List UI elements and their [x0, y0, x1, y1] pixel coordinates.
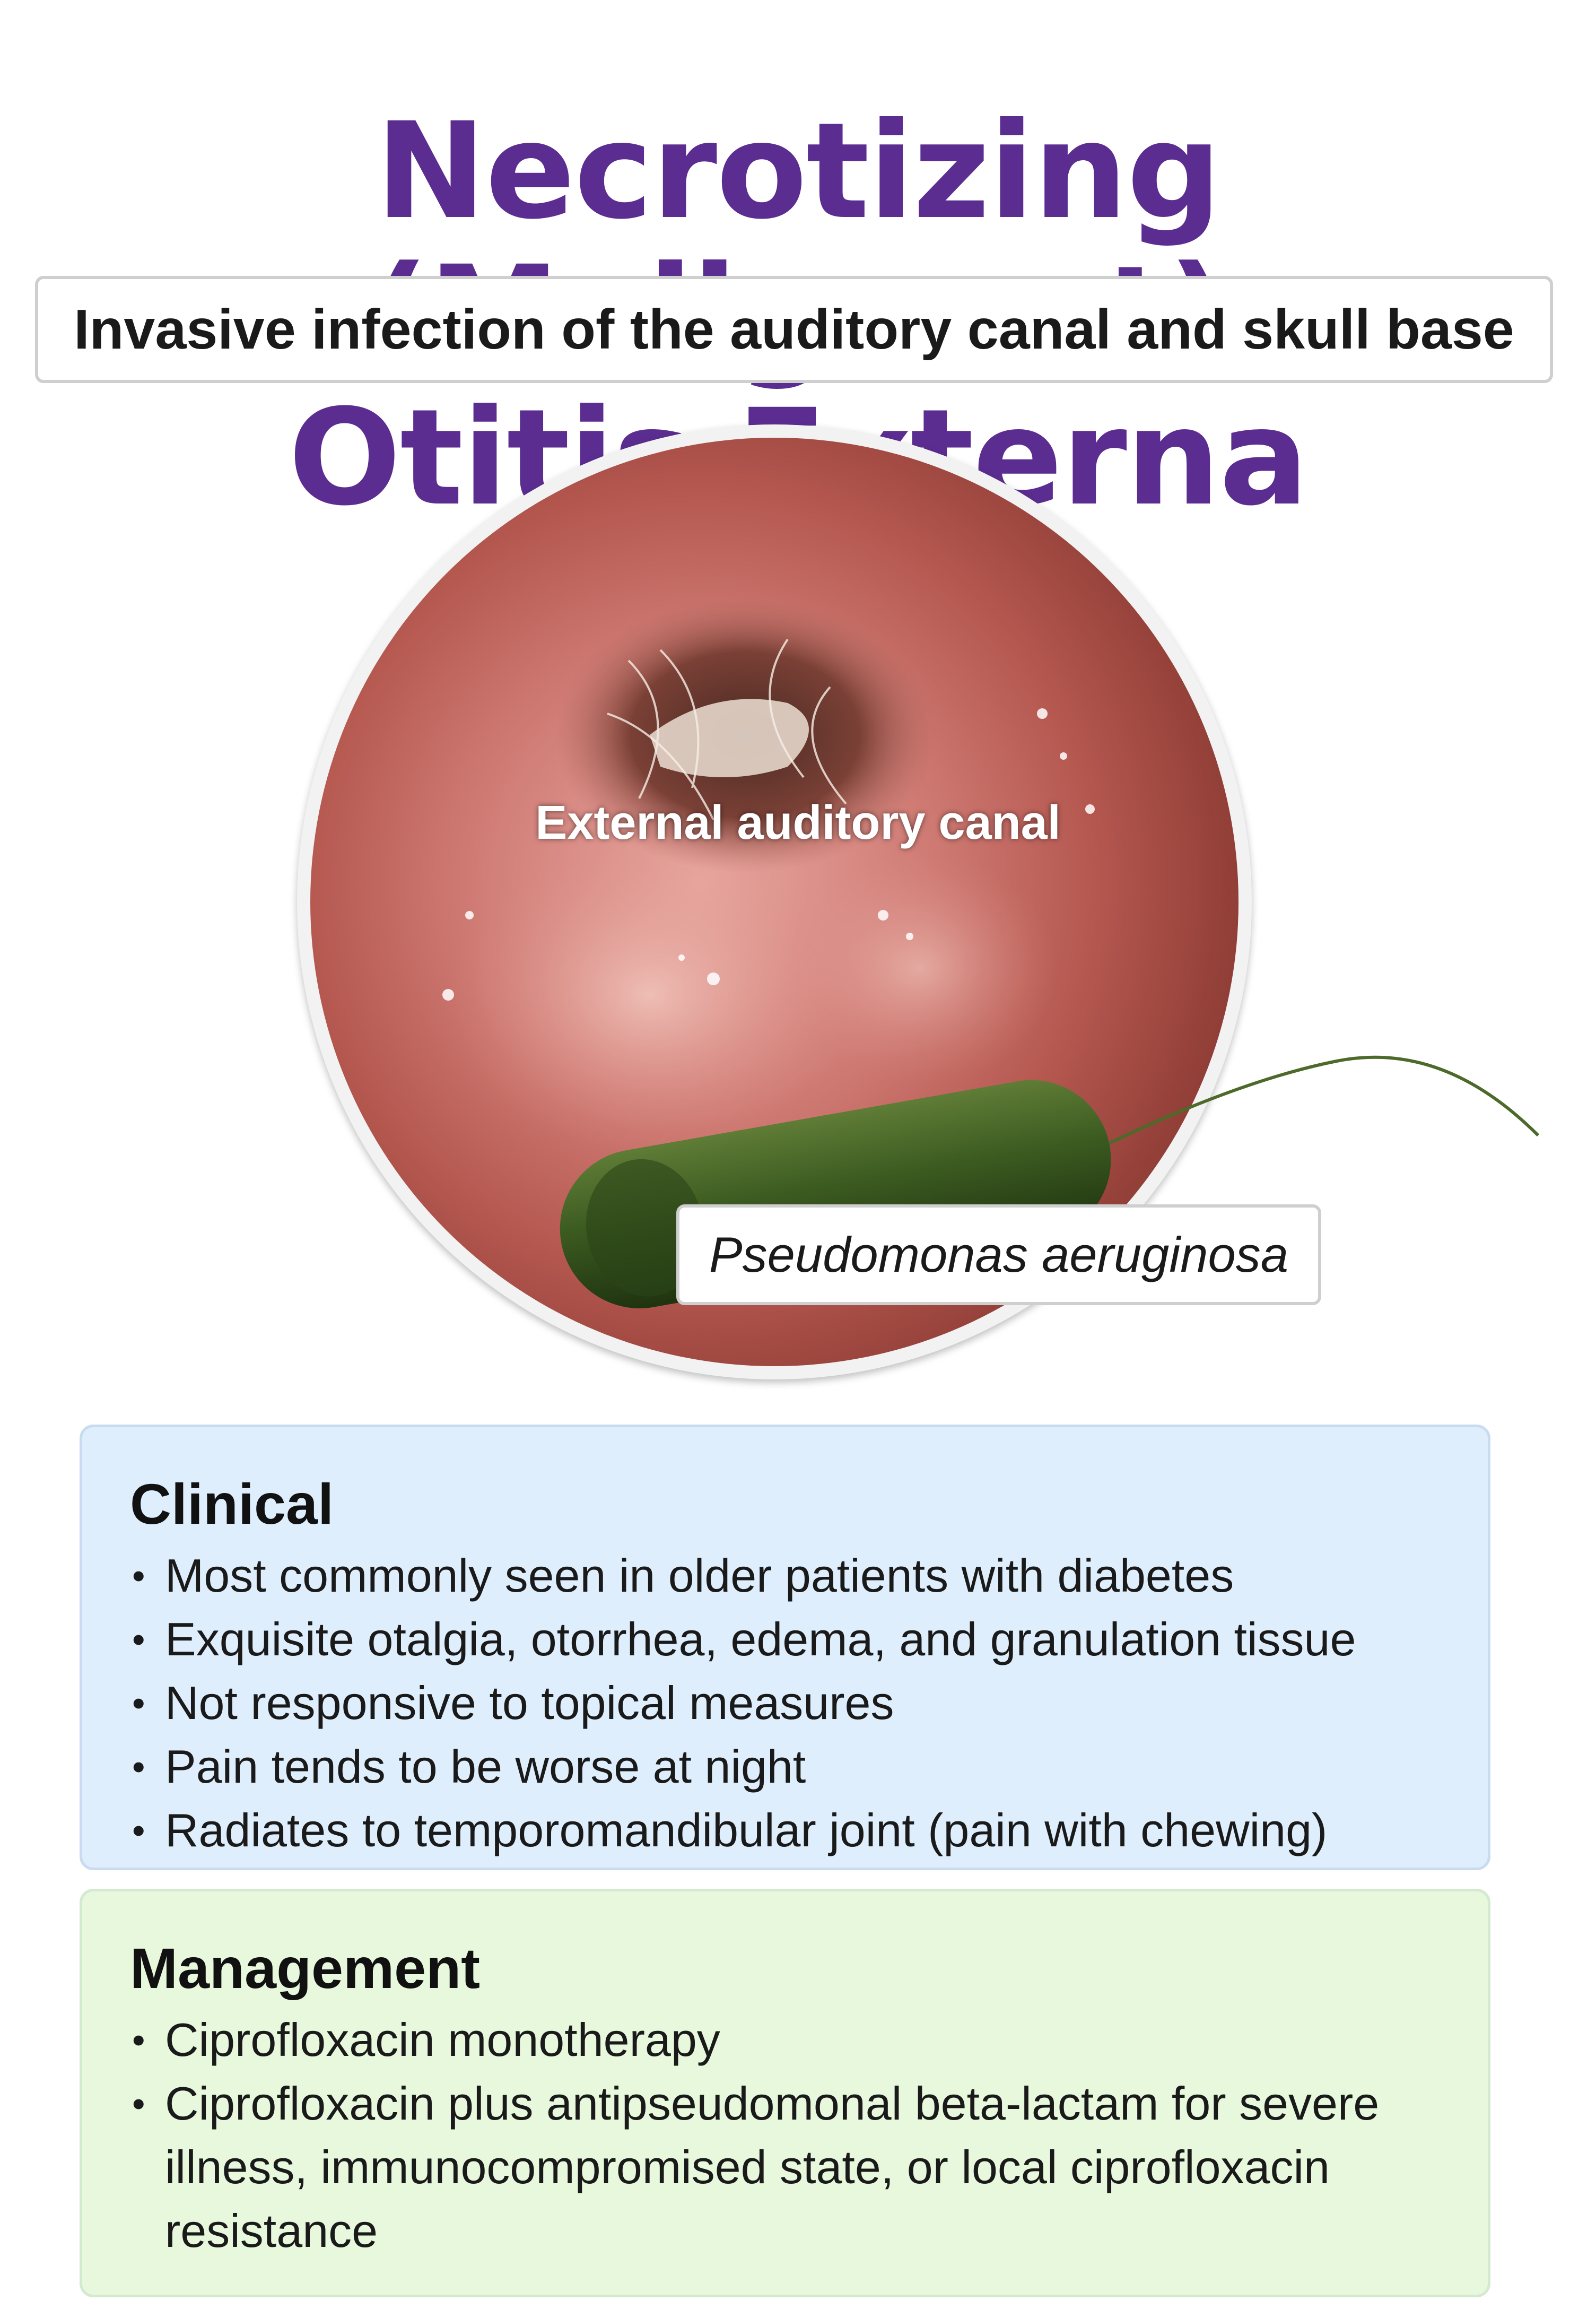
- clinical-heading: Clinical: [130, 1472, 334, 1536]
- subtitle-box: Invasive infection of the auditory canal…: [35, 276, 1553, 383]
- list-item: Exquisite otalgia, otorrhea, edema, and …: [130, 1608, 1440, 1671]
- organism-label: Pseudomonas aeruginosa: [709, 1227, 1289, 1282]
- management-panel: Management Ciprofloxacin monotherapy Cip…: [80, 1889, 1490, 2297]
- management-list: Ciprofloxacin monotherapy Ciprofloxacin …: [130, 2008, 1440, 2263]
- management-heading: Management: [130, 1936, 481, 2000]
- list-item: Ciprofloxacin monotherapy: [130, 2008, 1440, 2072]
- organism-label-box: Pseudomonas aeruginosa: [676, 1204, 1321, 1305]
- list-item: Radiates to temporomandibular joint (pai…: [130, 1799, 1440, 1862]
- flagellum: [1081, 1055, 1540, 1158]
- list-item: Not responsive to topical measures: [130, 1671, 1440, 1735]
- canal-label: External auditory canal: [535, 796, 1061, 849]
- list-item: Ciprofloxacin plus antipseudomonal beta-…: [130, 2072, 1440, 2263]
- subtitle-text: Invasive infection of the auditory canal…: [74, 298, 1514, 361]
- list-item: Pain tends to be worse at night: [130, 1735, 1440, 1799]
- list-item: Most commonly seen in older patients wit…: [130, 1544, 1440, 1608]
- clinical-list: Most commonly seen in older patients wit…: [130, 1544, 1440, 1862]
- clinical-panel: Clinical Most commonly seen in older pat…: [80, 1425, 1490, 1870]
- otoscopic-figure: External auditory canal Pseudomonas aeru…: [0, 414, 1596, 1395]
